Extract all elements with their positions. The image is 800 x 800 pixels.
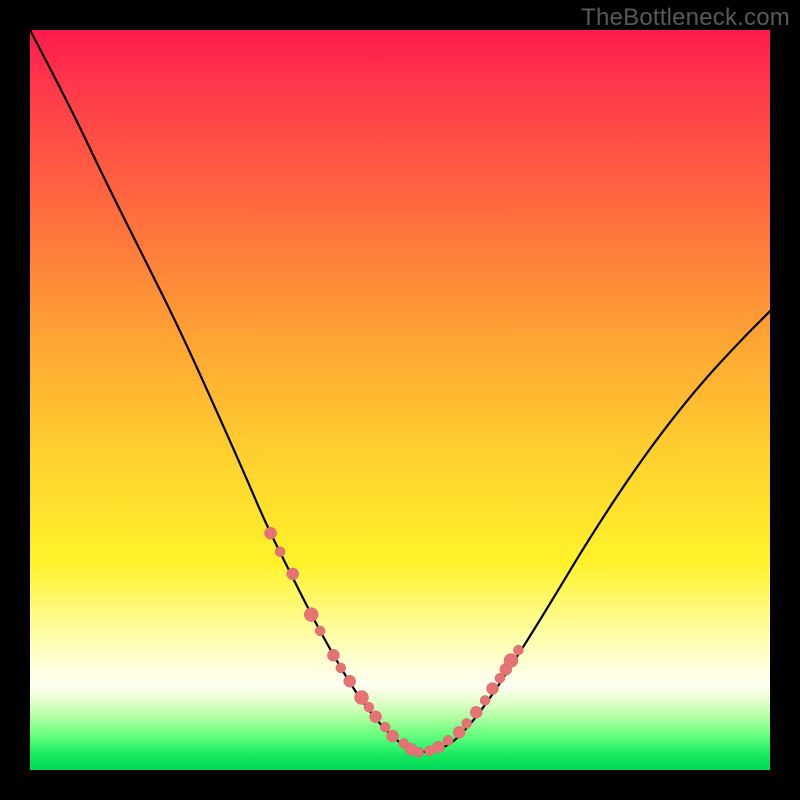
bead-point: [433, 741, 445, 753]
bead-point: [387, 730, 399, 742]
bead-point: [414, 747, 424, 757]
bead-point: [504, 654, 518, 668]
curve-layer: [30, 30, 770, 770]
bead-point: [380, 722, 390, 732]
bead-point: [304, 608, 318, 622]
bottleneck-curve: [30, 30, 770, 752]
bead-point: [443, 735, 453, 745]
bead-point: [513, 645, 523, 655]
bead-point: [327, 649, 339, 661]
bead-point: [287, 568, 299, 580]
bead-point: [364, 702, 374, 712]
bead-point: [370, 711, 382, 723]
chart-frame: TheBottleneck.com: [0, 0, 800, 800]
bead-point: [462, 718, 472, 728]
plot-area: [30, 30, 770, 770]
bead-point: [453, 726, 465, 738]
bead-point: [275, 547, 285, 557]
bead-point: [470, 706, 482, 718]
bead-point: [344, 675, 356, 687]
bead-point: [315, 626, 325, 636]
bead-point: [265, 527, 277, 539]
bead-point: [480, 695, 490, 705]
highlight-beads: [265, 527, 524, 757]
attribution-label: TheBottleneck.com: [581, 4, 790, 32]
bead-point: [336, 663, 346, 673]
bead-point: [487, 683, 499, 695]
bead-point: [355, 691, 369, 705]
